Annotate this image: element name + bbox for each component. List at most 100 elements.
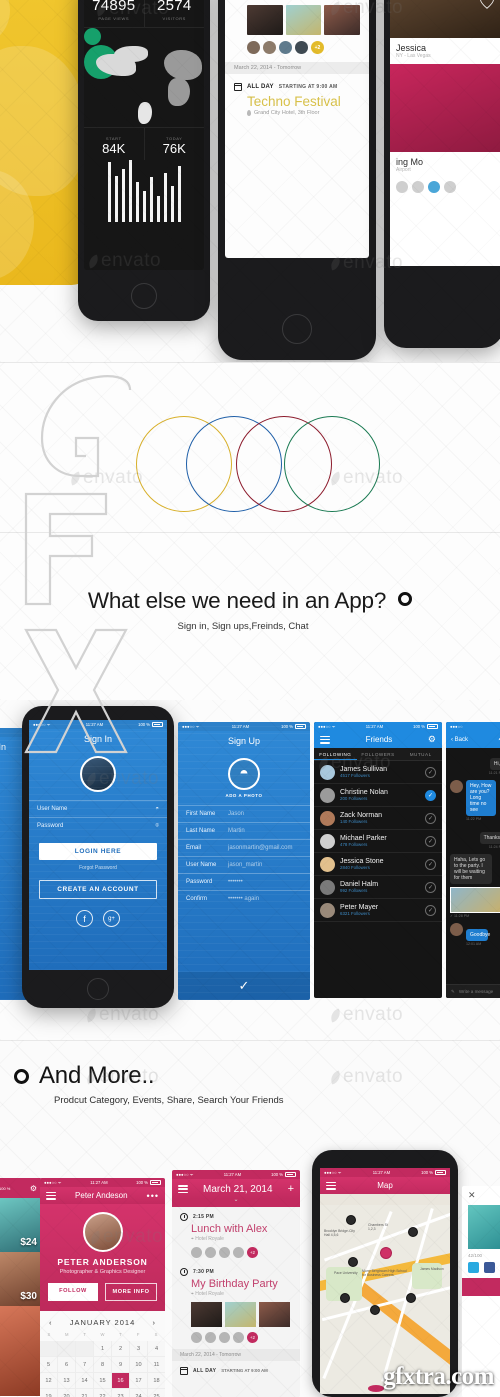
map-pin[interactable]: [408, 1227, 418, 1237]
calendar-day[interactable]: 7: [76, 1357, 93, 1372]
calendar-day[interactable]: 4: [148, 1341, 165, 1356]
calendar-day[interactable]: 5: [40, 1357, 57, 1372]
shop-item[interactable]: [0, 1306, 42, 1396]
calendar-day[interactable]: 24: [130, 1389, 147, 1397]
agenda-attendees[interactable]: +2: [191, 1331, 292, 1343]
add-photo-button[interactable]: ◓: [228, 758, 260, 790]
field-value[interactable]: jasonmartin@gmail.com: [228, 845, 292, 851]
calendar-day[interactable]: 2: [112, 1341, 129, 1356]
follow-toggle[interactable]: ✓: [425, 881, 436, 893]
calendar-day[interactable]: 23: [112, 1389, 129, 1397]
field-value[interactable]: jason_martin: [228, 862, 262, 868]
chat-image-attachment[interactable]: [450, 887, 500, 913]
facebook-icon[interactable]: f: [76, 910, 93, 927]
calendar-day[interactable]: 22: [94, 1389, 111, 1397]
close-icon[interactable]: ✕: [462, 1186, 500, 1205]
action-icon[interactable]: [428, 181, 440, 193]
gear-icon[interactable]: ⚙: [30, 1184, 37, 1193]
calendar-day[interactable]: 9: [112, 1357, 129, 1372]
chevron-left-icon[interactable]: ‹: [49, 1318, 53, 1327]
map-pin-active[interactable]: [380, 1247, 392, 1259]
paperclip-icon[interactable]: ✎: [451, 989, 455, 995]
tab-mutual[interactable]: MUTUAL: [399, 748, 442, 760]
map-pin[interactable]: [406, 1293, 416, 1303]
calendar-day[interactable]: 20: [58, 1389, 75, 1397]
avatar[interactable]: [205, 1246, 216, 1258]
friend-row[interactable]: James Sullivan 4517 Followers ✓: [314, 761, 442, 784]
avatar[interactable]: [233, 1246, 244, 1258]
social-login-row[interactable]: f g+: [29, 910, 167, 927]
follow-toggle[interactable]: ✓: [425, 835, 436, 847]
avatar[interactable]: [320, 833, 335, 849]
field-password[interactable]: Password •••••••: [178, 873, 310, 890]
field-confirm[interactable]: Confirm ••••••• again: [178, 890, 310, 907]
message-input[interactable]: Write a message: [459, 989, 493, 994]
hamburger-icon[interactable]: [46, 1191, 56, 1200]
avatar[interactable]: [82, 1212, 123, 1252]
agenda-item-birthday[interactable]: 7:30 PM My Birthday Party ⌖ Hotel Royale…: [172, 1262, 300, 1343]
shop-item[interactable]: $24: [0, 1198, 42, 1252]
field-email[interactable]: Email jasonmartin@gmail.com: [178, 839, 310, 856]
avatar[interactable]: [450, 923, 463, 936]
field-username[interactable]: User Name ◓: [29, 800, 167, 817]
action-icon[interactable]: [412, 181, 424, 193]
follow-toggle[interactable]: ✓: [425, 789, 436, 801]
home-button[interactable]: [87, 978, 109, 1000]
friend-row[interactable]: Jessica Stone 2840 Followers ✓: [314, 853, 442, 876]
agenda-attendees[interactable]: +2: [191, 1246, 292, 1258]
more-info-button[interactable]: MORE INFO: [105, 1283, 157, 1301]
calendar-day[interactable]: 11: [148, 1357, 165, 1372]
avatar[interactable]: [279, 41, 292, 54]
chat-input-bar[interactable]: ✎ Write a message: [446, 984, 500, 998]
calendar-day[interactable]: 6: [58, 1357, 75, 1372]
avatar[interactable]: [219, 1331, 230, 1343]
hamburger-icon[interactable]: [320, 735, 330, 744]
avatar[interactable]: [219, 1246, 230, 1258]
forgot-password-link[interactable]: Forgot Password: [29, 865, 167, 871]
avatar[interactable]: [247, 41, 260, 54]
avatar[interactable]: [191, 1246, 202, 1258]
home-button[interactable]: [131, 283, 157, 309]
avatar[interactable]: [320, 879, 335, 895]
avatar[interactable]: [320, 764, 335, 780]
friend-row[interactable]: Michael Parker 478 Followers ✓: [314, 830, 442, 853]
avatar[interactable]: [233, 1331, 244, 1343]
follow-button[interactable]: FOLLOW: [48, 1283, 98, 1301]
calendar-day[interactable]: 14: [76, 1373, 93, 1388]
plus-icon[interactable]: +: [288, 1183, 294, 1195]
hamburger-icon[interactable]: [326, 1181, 336, 1190]
event-photo[interactable]: [285, 5, 322, 35]
avatar[interactable]: [191, 1331, 202, 1343]
avatar[interactable]: [320, 810, 335, 826]
gear-icon[interactable]: ⚙: [428, 734, 436, 745]
calendar-grid[interactable]: ...1234567891011121314151617181920212223…: [40, 1341, 165, 1397]
map-pin[interactable]: [370, 1305, 380, 1315]
calendar-day[interactable]: 25: [148, 1389, 165, 1397]
chevron-right-icon[interactable]: ›: [152, 1318, 156, 1327]
calendar-day[interactable]: 17: [130, 1373, 147, 1388]
event-card-birthday[interactable]: 7:30 PM My Birthday Party Hotel Royale: [225, 0, 369, 54]
event-photo[interactable]: [247, 5, 283, 35]
agenda-photo-strip[interactable]: [191, 1301, 292, 1327]
tab-followers[interactable]: FOLLOWERS: [357, 748, 400, 760]
agenda-item-allday[interactable]: ALL DAY STARTING AT 9:00 AM: [172, 1361, 300, 1375]
avatar[interactable]: [320, 787, 335, 803]
field-value[interactable]: ••••••• again: [228, 896, 259, 902]
field-value[interactable]: Martin: [228, 828, 245, 834]
signup-form[interactable]: First Name Jason Last Name Martin Email jason…: [178, 805, 310, 907]
card-social-row[interactable]: [462, 1262, 500, 1278]
follow-toggle[interactable]: ✓: [425, 904, 436, 916]
field-password[interactable]: Password ⌾: [29, 817, 167, 835]
event-attendees[interactable]: +2: [247, 41, 360, 54]
event-photo[interactable]: [324, 5, 361, 35]
field-user-name[interactable]: User Name jason_martin: [178, 856, 310, 873]
calendar-day[interactable]: 3: [130, 1341, 147, 1356]
map-pin[interactable]: [346, 1215, 356, 1225]
action-icon[interactable]: [444, 181, 456, 193]
calendar-day[interactable]: 15: [94, 1373, 111, 1388]
map-pin[interactable]: [348, 1257, 358, 1267]
facebook-icon[interactable]: [484, 1262, 495, 1273]
field-value[interactable]: •••••••: [228, 879, 243, 885]
friends-list[interactable]: James Sullivan 4517 Followers ✓ Christine N…: [314, 761, 442, 922]
chevron-down-icon[interactable]: ⌄: [172, 1197, 300, 1207]
